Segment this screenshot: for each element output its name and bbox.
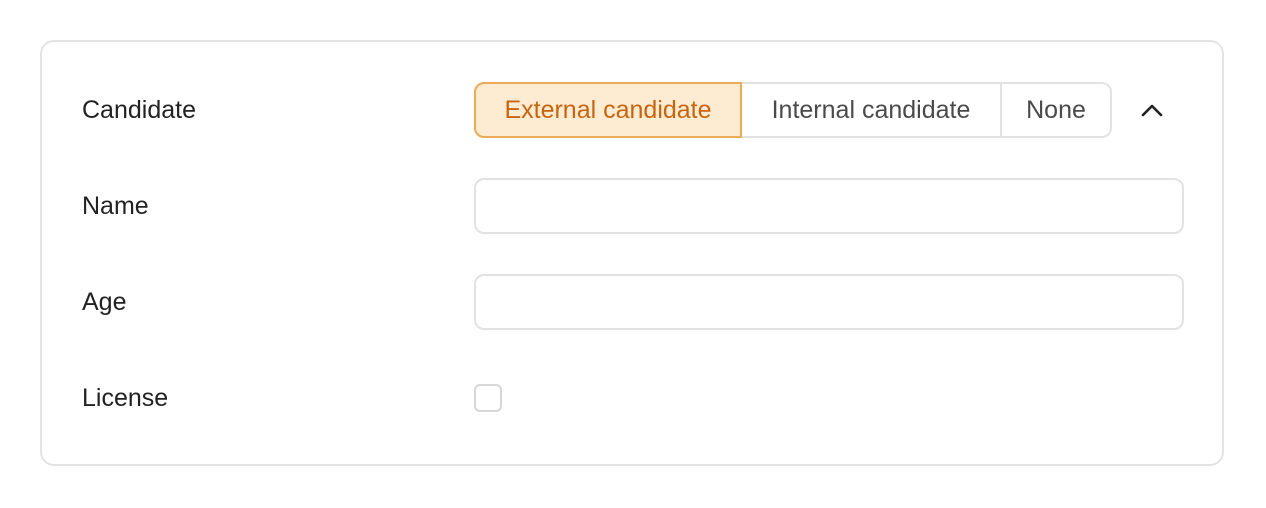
external-candidate-option[interactable]: External candidate xyxy=(474,82,742,138)
license-checkbox[interactable] xyxy=(474,384,502,412)
none-option[interactable]: None xyxy=(1002,82,1112,138)
name-input[interactable] xyxy=(474,178,1184,234)
age-row: Age xyxy=(42,274,1222,330)
candidate-label: Candidate xyxy=(82,96,196,124)
age-label: Age xyxy=(82,288,127,316)
form-card: Candidate External candidate Internal ca… xyxy=(40,40,1224,466)
candidate-segmented-control: External candidate Internal candidate No… xyxy=(474,82,1112,138)
internal-candidate-option[interactable]: Internal candidate xyxy=(742,82,1002,138)
license-label: License xyxy=(82,384,169,412)
candidate-row: Candidate External candidate Internal ca… xyxy=(42,82,1222,138)
name-label: Name xyxy=(82,192,149,220)
license-row: License xyxy=(42,370,1222,426)
collapse-button[interactable] xyxy=(1136,95,1168,127)
age-input[interactable] xyxy=(474,274,1184,330)
chevron-up-icon xyxy=(1141,104,1163,117)
name-row: Name xyxy=(42,178,1222,234)
